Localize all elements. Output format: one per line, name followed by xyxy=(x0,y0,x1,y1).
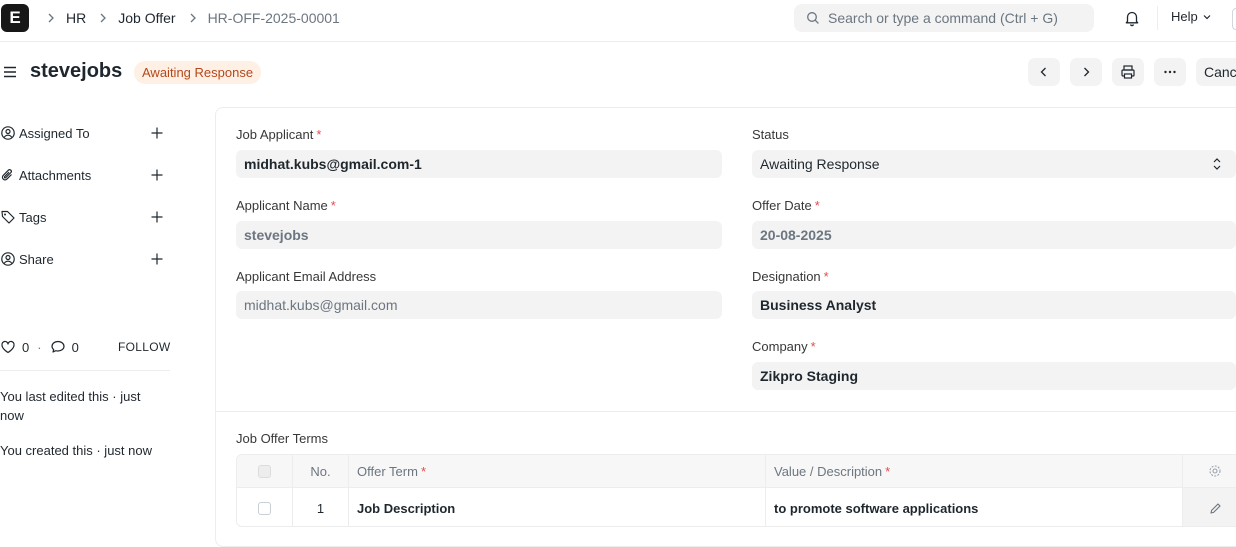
breadcrumb-job-offer[interactable]: Job Offer xyxy=(118,10,175,26)
row-edit-cell[interactable] xyxy=(1183,488,1236,526)
sidebar-item-share[interactable]: Share xyxy=(0,248,170,270)
applicant-email-label: Applicant Email Address xyxy=(236,269,377,284)
search-icon xyxy=(807,12,819,24)
status-select-value: Awaiting Response xyxy=(760,156,880,172)
job-offer-terms-label: Job Offer Terms xyxy=(236,431,328,446)
chevron-right-icon xyxy=(1084,67,1090,77)
column-header-offer-term: Offer Term * xyxy=(349,455,766,487)
chevron-right-icon xyxy=(48,13,54,23)
job-applicant-label: Job Applicant * xyxy=(236,127,322,142)
chevron-right-icon xyxy=(100,13,107,23)
page-title: stevejobs xyxy=(30,60,123,82)
offer-date-field: 20-08-2025 xyxy=(752,221,1236,249)
pencil-icon[interactable] xyxy=(1209,502,1222,515)
column-header-no: No. xyxy=(293,455,349,487)
assign-icon xyxy=(1,126,15,140)
company-field[interactable]: Zikpro Staging xyxy=(752,362,1236,390)
sidebar-item-assigned-to[interactable]: Assigned To xyxy=(0,122,170,144)
comments-count: 0 xyxy=(71,339,79,355)
paperclip-icon xyxy=(1,169,12,181)
share-icon xyxy=(1,252,15,266)
applicant-name-field: stevejobs xyxy=(236,221,722,249)
gear-icon[interactable] xyxy=(1208,464,1222,478)
separator-dot: · xyxy=(37,339,42,355)
breadcrumb-current-doc: HR-OFF-2025-00001 xyxy=(207,10,340,26)
applicant-email-field: midhat.kubs@gmail.com xyxy=(236,291,722,319)
status-label: Status xyxy=(752,127,789,142)
plus-icon[interactable] xyxy=(150,168,164,182)
tag-icon xyxy=(1,210,15,224)
select-all-checkbox[interactable] xyxy=(258,464,271,478)
sidebar-item-attachments[interactable]: Attachments xyxy=(0,164,170,186)
printer-icon xyxy=(1121,65,1135,79)
section-divider xyxy=(216,411,1236,412)
likes-comments-bar: 0 · 0 FOLLOW xyxy=(0,338,170,356)
chevron-left-icon xyxy=(1040,67,1046,77)
select-arrows-icon xyxy=(1213,158,1221,170)
cancel-button[interactable]: Cancel xyxy=(1196,58,1236,86)
column-settings-cell xyxy=(1183,455,1236,487)
notification-bell-icon[interactable] xyxy=(1123,9,1141,27)
sidebar-item-label: Share xyxy=(19,251,54,267)
sidebar-item-label: Attachments xyxy=(19,167,92,183)
print-button[interactable] xyxy=(1112,58,1144,86)
chevron-down-icon xyxy=(1203,14,1211,19)
previous-doc-button[interactable] xyxy=(1028,58,1060,86)
sidebar-item-label: Tags xyxy=(19,209,47,225)
activity-created: You created this · just now xyxy=(0,443,152,458)
offer-term-cell[interactable]: Job Description xyxy=(349,488,766,526)
designation-label: Designation * xyxy=(752,269,829,284)
company-label: Company * xyxy=(752,339,816,354)
row-checkbox[interactable] xyxy=(258,501,271,515)
designation-field[interactable]: Business Analyst xyxy=(752,291,1236,319)
sidebar-divider xyxy=(0,370,170,371)
status-badge: Awaiting Response xyxy=(134,61,262,84)
offer-date-label: Offer Date * xyxy=(752,198,820,213)
row-select-cell xyxy=(237,488,293,526)
sidebar-item-label: Assigned To xyxy=(19,125,90,141)
navbar: E HR Job Offer HR-OFF-2025-00001 Help xyxy=(0,0,1236,42)
ellipsis-icon xyxy=(1164,70,1176,74)
next-doc-button[interactable] xyxy=(1070,58,1102,86)
status-select[interactable]: Awaiting Response xyxy=(752,150,1236,178)
search-bar[interactable] xyxy=(794,4,1094,32)
job-offer-terms-table: No. Offer Term * Value / Description * 1 J… xyxy=(236,454,1236,527)
user-avatar-edge[interactable] xyxy=(1232,8,1236,30)
job-applicant-field[interactable]: midhat.kubs@gmail.com-1 xyxy=(236,150,722,178)
plus-icon[interactable] xyxy=(150,252,164,266)
table-header: No. Offer Term * Value / Description * xyxy=(237,455,1236,488)
help-label: Help xyxy=(1171,9,1198,24)
sidebar-toggle-icon[interactable] xyxy=(3,65,17,79)
follow-button[interactable]: FOLLOW xyxy=(118,340,170,354)
heart-icon[interactable] xyxy=(0,339,16,355)
plus-icon[interactable] xyxy=(150,126,164,140)
plus-icon[interactable] xyxy=(150,210,164,224)
app-logo[interactable]: E xyxy=(1,4,29,32)
comment-icon[interactable] xyxy=(50,339,66,355)
chevron-right-icon xyxy=(190,13,196,23)
breadcrumb-hr[interactable]: HR xyxy=(66,10,86,26)
navbar-divider xyxy=(1157,6,1158,30)
search-input[interactable] xyxy=(828,10,1090,26)
sidebar-item-tags[interactable]: Tags xyxy=(0,206,170,228)
help-dropdown[interactable]: Help xyxy=(1171,9,1212,24)
more-actions-button[interactable] xyxy=(1154,58,1186,86)
likes-count: 0 xyxy=(22,339,30,355)
breadcrumb: HR Job Offer HR-OFF-2025-00001 xyxy=(44,0,350,36)
applicant-name-label: Applicant Name * xyxy=(236,198,336,213)
column-header-value: Value / Description * xyxy=(766,455,1183,487)
select-all-cell xyxy=(237,455,293,487)
row-number: 1 xyxy=(293,488,349,526)
activity-last-edited: You last edited this · just now xyxy=(0,389,141,423)
table-row[interactable]: 1 Job Description to promote software ap… xyxy=(237,488,1236,526)
value-description-cell[interactable]: to promote software applications xyxy=(766,488,1183,526)
